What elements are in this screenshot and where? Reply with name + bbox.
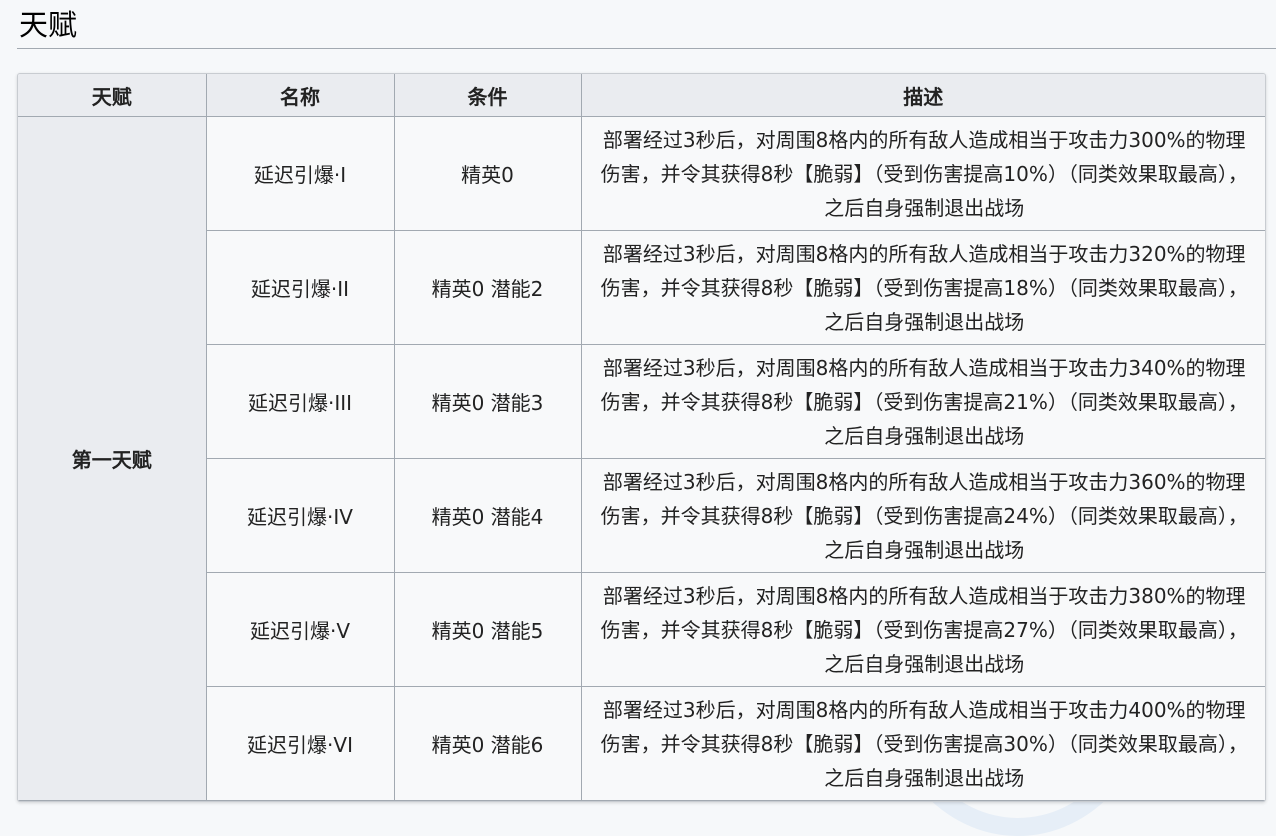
talent-name: 延迟引爆·V (206, 572, 395, 687)
talent-description: 部署经过3秒后，对周围8格内的所有敌人造成相当于攻击力300%的物理伤害，并令其… (580, 116, 1265, 231)
table-header-row: 天赋 名称 条件 描述 (18, 74, 1265, 117)
talent-condition: 精英0 潜能2 (393, 230, 582, 345)
talent-table-container: 天赋 名称 条件 描述 第一天赋 延迟引爆·I 精英0 部署经过3秒后，对周围8… (17, 73, 1266, 802)
talent-condition: 精英0 潜能5 (393, 572, 582, 687)
talent-description: 部署经过3秒后，对周围8格内的所有敌人造成相当于攻击力380%的物理伤害，并令其… (580, 572, 1265, 687)
talent-condition: 精英0 (393, 116, 582, 231)
talent-name: 延迟引爆·II (206, 230, 395, 345)
table-row: 延迟引爆·VI 精英0 潜能6 部署经过3秒后，对周围8格内的所有敌人造成相当于… (18, 686, 1265, 801)
section-title: 天赋 (19, 8, 78, 42)
header-condition: 条件 (393, 74, 582, 117)
talent-condition: 精英0 潜能6 (393, 686, 582, 801)
talent-name: 延迟引爆·IV (206, 458, 395, 573)
talent-description: 部署经过3秒后，对周围8格内的所有敌人造成相当于攻击力400%的物理伤害，并令其… (580, 686, 1265, 801)
table-row: 第一天赋 延迟引爆·I 精英0 部署经过3秒后，对周围8格内的所有敌人造成相当于… (18, 116, 1265, 801)
talent-name: 延迟引爆·III (206, 344, 395, 459)
table-row: 延迟引爆·IV 精英0 潜能4 部署经过3秒后，对周围8格内的所有敌人造成相当于… (18, 458, 1265, 573)
section-heading: 天赋 (17, 0, 1276, 49)
talent-description: 部署经过3秒后，对周围8格内的所有敌人造成相当于攻击力360%的物理伤害，并令其… (580, 458, 1265, 573)
table-row: 延迟引爆·II 精英0 潜能2 部署经过3秒后，对周围8格内的所有敌人造成相当于… (18, 230, 1265, 345)
talent-table: 天赋 名称 条件 描述 第一天赋 延迟引爆·I 精英0 部署经过3秒后，对周围8… (18, 74, 1265, 801)
header-name: 名称 (205, 74, 395, 117)
talent-group-label: 第一天赋 (18, 116, 207, 801)
header-talent: 天赋 (18, 74, 207, 117)
talent-description: 部署经过3秒后，对周围8格内的所有敌人造成相当于攻击力340%的物理伤害，并令其… (580, 344, 1265, 459)
table-row: 延迟引爆·III 精英0 潜能3 部署经过3秒后，对周围8格内的所有敌人造成相当… (18, 344, 1265, 459)
talent-condition: 精英0 潜能4 (393, 458, 582, 573)
talent-description: 部署经过3秒后，对周围8格内的所有敌人造成相当于攻击力320%的物理伤害，并令其… (580, 230, 1265, 345)
table-row: 延迟引爆·V 精英0 潜能5 部署经过3秒后，对周围8格内的所有敌人造成相当于攻… (18, 572, 1265, 687)
talent-name: 延迟引爆·VI (206, 686, 395, 801)
header-description: 描述 (580, 74, 1265, 117)
talent-condition: 精英0 潜能3 (393, 344, 582, 459)
talent-name: 延迟引爆·I (205, 116, 395, 231)
